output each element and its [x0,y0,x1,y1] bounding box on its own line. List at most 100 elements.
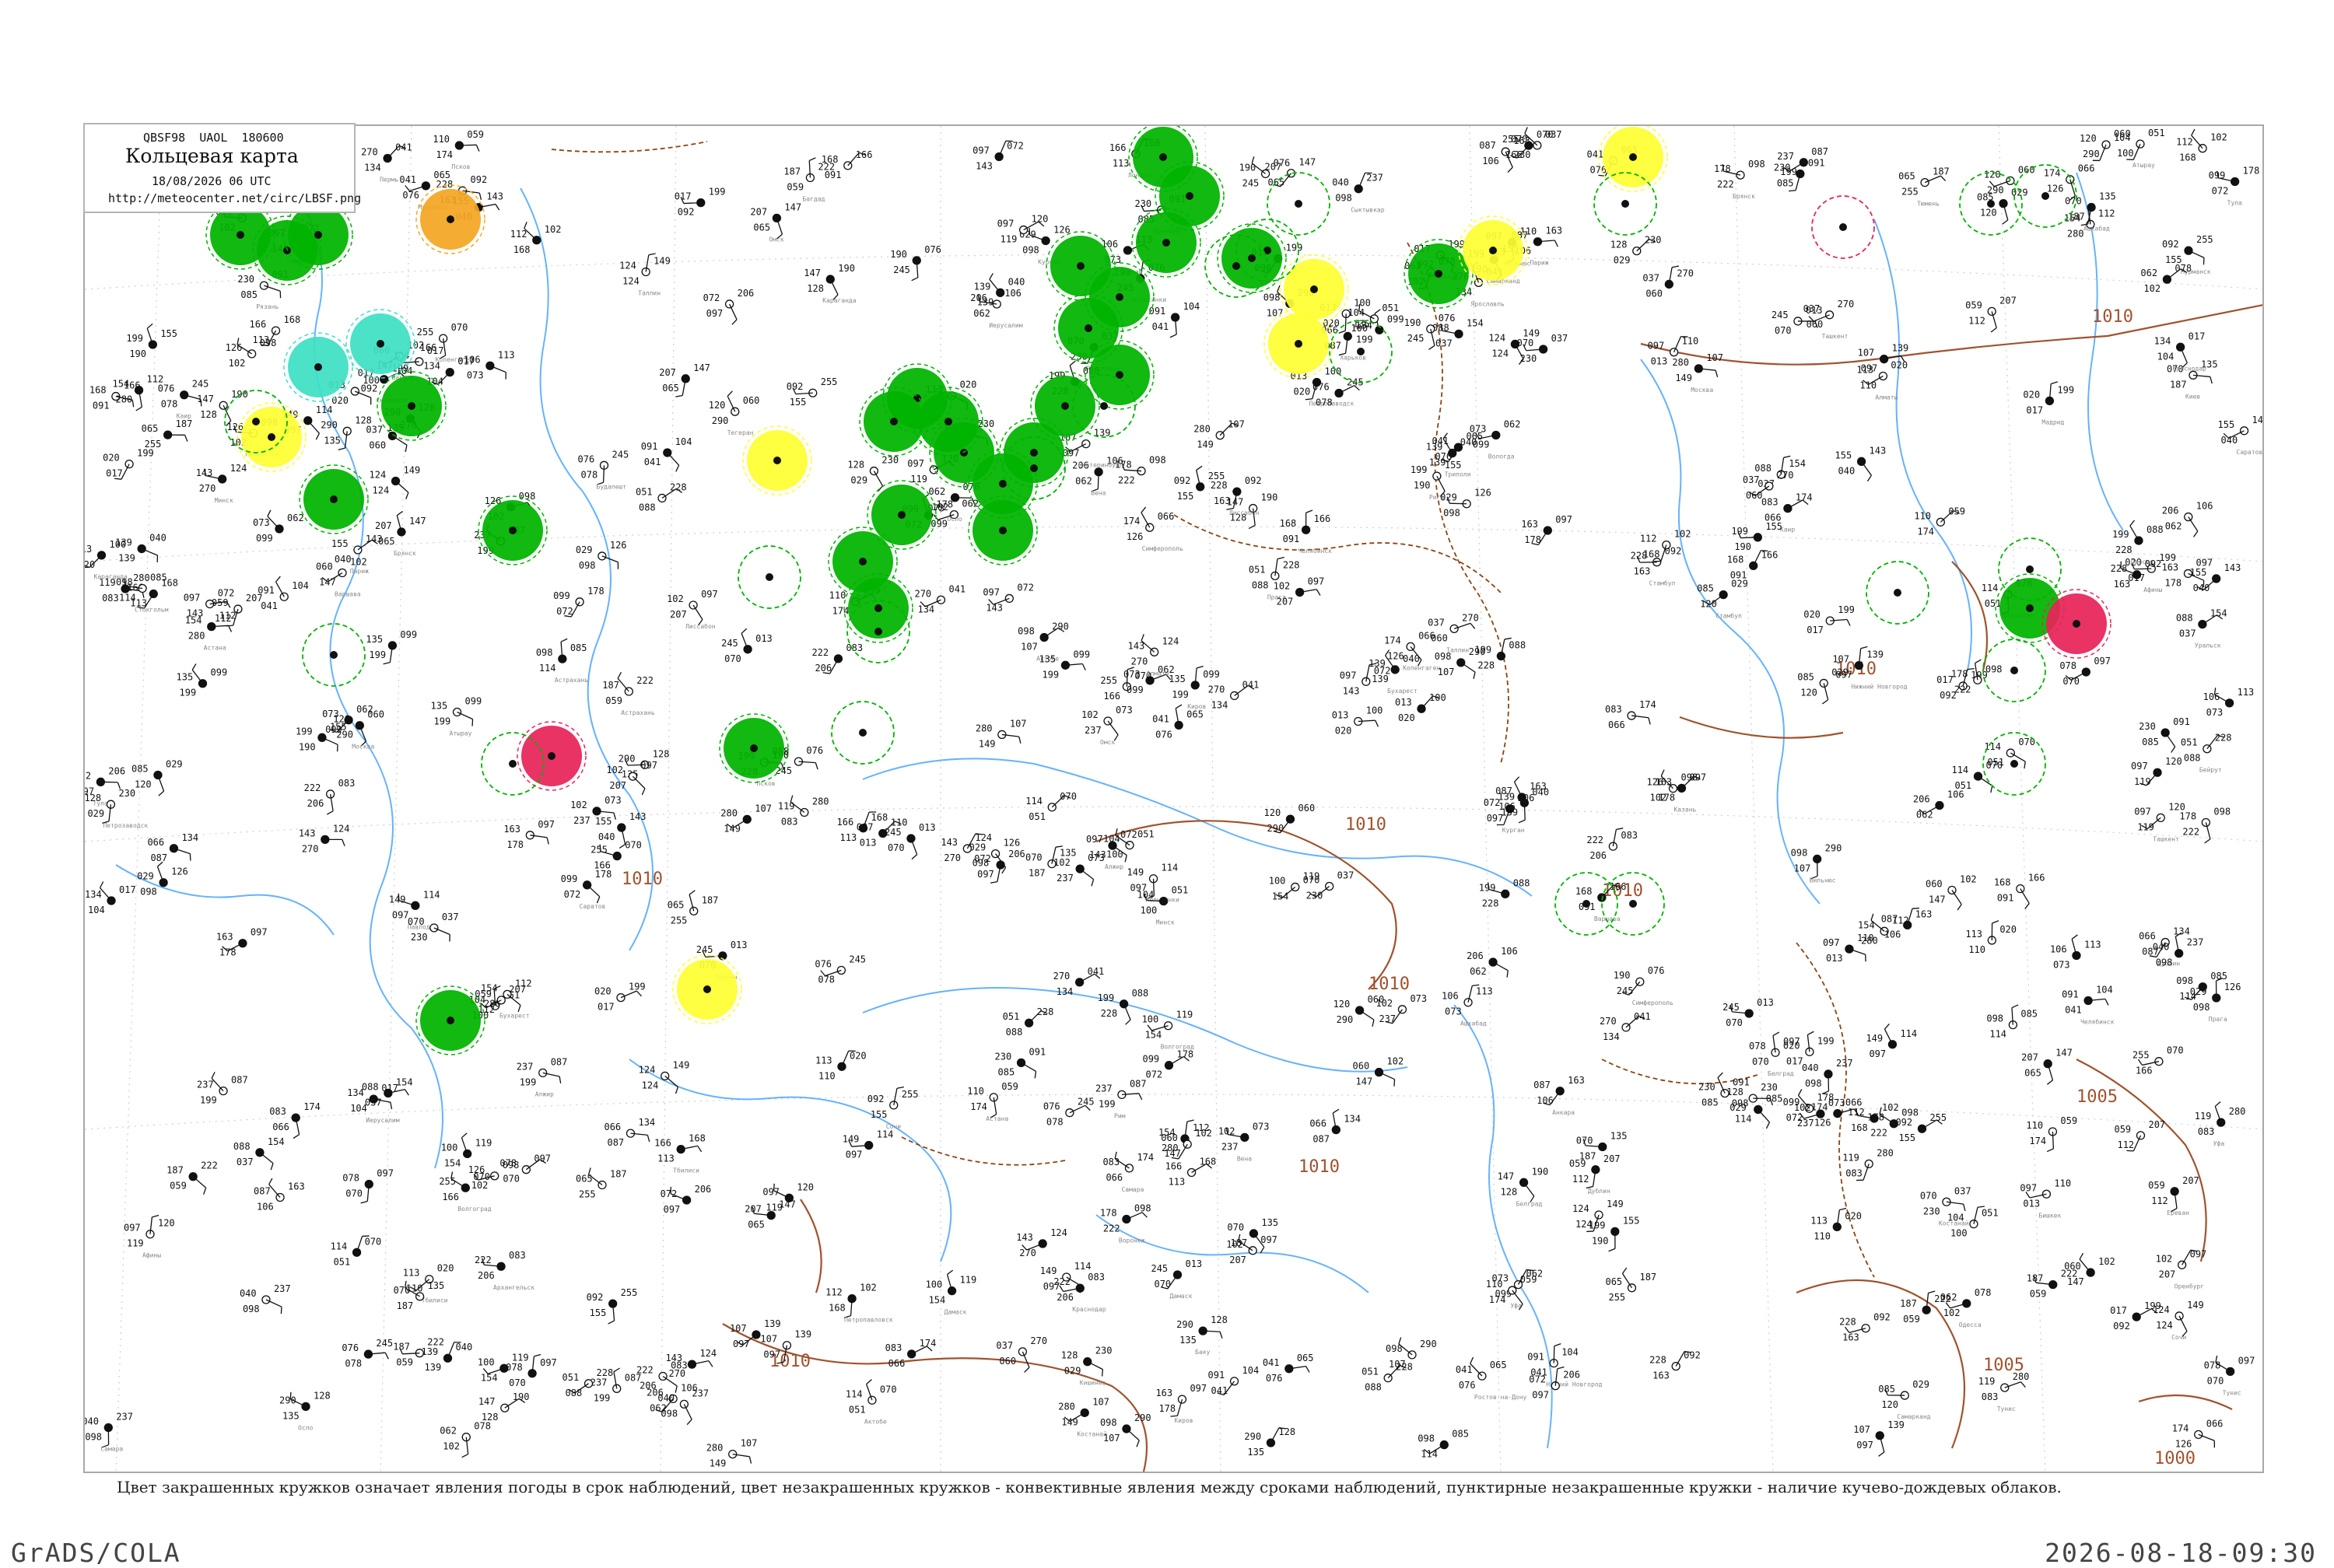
station-plot: 073062099 [253,510,304,544]
station-value: 149 [1607,1199,1624,1209]
station-value: 107 [755,803,772,814]
station-plot: 135099199 [366,629,417,664]
station-value: 280 [133,572,150,583]
station-name: Рязань [256,303,279,310]
station-value: 102 [229,358,246,369]
station-value: 051 [1982,1208,1999,1219]
weather-circle-rain[interactable] [969,496,1037,565]
station-value: 078 [345,1358,362,1369]
station-value: 280 [188,631,205,642]
station-value: 270 [1131,656,1148,667]
station-value: 190 [129,348,146,359]
station-value: 110 [967,1086,984,1097]
station-plot: 070037230 [408,912,459,943]
station-name: Тула [2227,200,2242,207]
station-value: 100 [478,1356,495,1367]
station-value: 143 [187,608,204,619]
weather-circle-drizzle[interactable] [1599,126,1667,191]
station-name: Стамбул [1715,612,1742,620]
station-value: 149 [1197,439,1214,450]
station-name: Баку [1195,1349,1210,1356]
station-value: 098 [1418,1433,1435,1444]
station-value: 087 [1811,146,1828,157]
weather-circle-drizzle[interactable] [743,426,811,495]
station-value: 092 [787,381,804,392]
weather-circle-fog[interactable] [284,333,352,401]
station-value: 270 [1777,470,1794,481]
station-plot: 097120119Ташкент [2134,801,2185,842]
station-value: 070 [1752,1056,1769,1067]
station-value: 070 [724,653,741,664]
map-source-url[interactable]: http://meteocenter.net/circ/LBSF.png [108,191,361,205]
station-value: 062 [962,499,979,509]
station-value: 143 [976,161,993,172]
station-value: 120 [1333,999,1351,1010]
cb-cloud-circle[interactable] [832,702,894,764]
weather-circle-rain[interactable] [1218,224,1286,292]
weather-circle-drizzle[interactable] [673,955,741,1024]
weather-circle-thunder[interactable] [2042,590,2111,658]
station-value: 106 [1482,156,1499,166]
station-value: 099 [561,873,578,884]
station-value: 147 [784,201,801,212]
station-plot: 168166091Челябинск [1280,510,1333,555]
station-value: 040 [2153,942,2170,953]
weather-circle-drizzle[interactable] [1459,216,1527,285]
station-value: 040 [85,1416,99,1427]
station-value: 104 [2096,984,2113,995]
station-value: 060 [2018,164,2035,175]
station-value: 190 [231,389,248,400]
station-value: 154 [1789,458,1806,469]
station-value: 088 [1509,639,1526,650]
bulletin-code: QBSF98 UAOL 180600 [143,131,284,145]
station-value: 222 [1717,179,1734,190]
station-name: Караганда [822,297,857,304]
station-value: 098 [1386,1343,1403,1354]
station-name: Мадрид [2041,418,2064,425]
station-value: 041 [1152,321,1169,332]
station-value: 147 [1299,157,1316,168]
station-plot: 051228088Прага [1249,558,1300,601]
weather-circle-rain[interactable] [1085,341,1154,409]
station-value: 174 [1489,1294,1506,1305]
weather-circle-rain[interactable] [478,496,547,565]
cb-cloud-circle[interactable] [1812,196,1874,258]
station-value: 147 [1356,1076,1373,1087]
weather-circle-haze[interactable] [416,185,485,254]
station-value: 037 [1551,333,1568,344]
station-plot: 112102168 [510,222,562,254]
station-value: 098 [1149,455,1166,466]
station-value: 124 [373,485,390,496]
station-name: Ашхабад [1460,1020,1487,1027]
station-value: 113 [498,349,515,360]
station-name: Ашхабад [2083,225,2110,233]
station-value: 087 [551,1056,568,1067]
station-value: 088 [566,1388,583,1398]
station-value: 092 [1873,1312,1891,1323]
cb-cloud-circle[interactable] [738,546,801,608]
station-name: Астрахань [555,677,589,684]
station-value: 112 [478,1004,495,1015]
station-plot: 187222059 [166,1160,218,1195]
station-value: 092 [587,1292,604,1303]
station-value: 059 [2060,1115,2077,1126]
station-plot: 085029120Самарканд [1878,1379,1931,1420]
weather-circle-rain[interactable] [1404,240,1473,308]
station-plot: 092255155Сочи [867,1087,919,1130]
station-value: 255 [579,1188,596,1199]
station-value: 099 [211,667,228,678]
weather-circle-drizzle[interactable] [1280,255,1348,324]
station-value: 112 [1640,534,1657,544]
station-value: 083 [102,593,119,604]
station-value: 040 [149,533,166,544]
station-value: 280 [2067,228,2084,239]
station-value: 112 [1572,1174,1589,1185]
station-value: 199 [629,982,646,992]
weather-circle-thunder[interactable] [517,722,586,790]
station-value: 187 [166,1165,184,1176]
station-value: 280 [1058,1401,1075,1412]
station-value: 072 [564,889,581,900]
cb-cloud-circle[interactable] [1866,562,1929,624]
station-plot: 051228088 [1362,1362,1413,1393]
station-value: 078 [161,399,178,410]
